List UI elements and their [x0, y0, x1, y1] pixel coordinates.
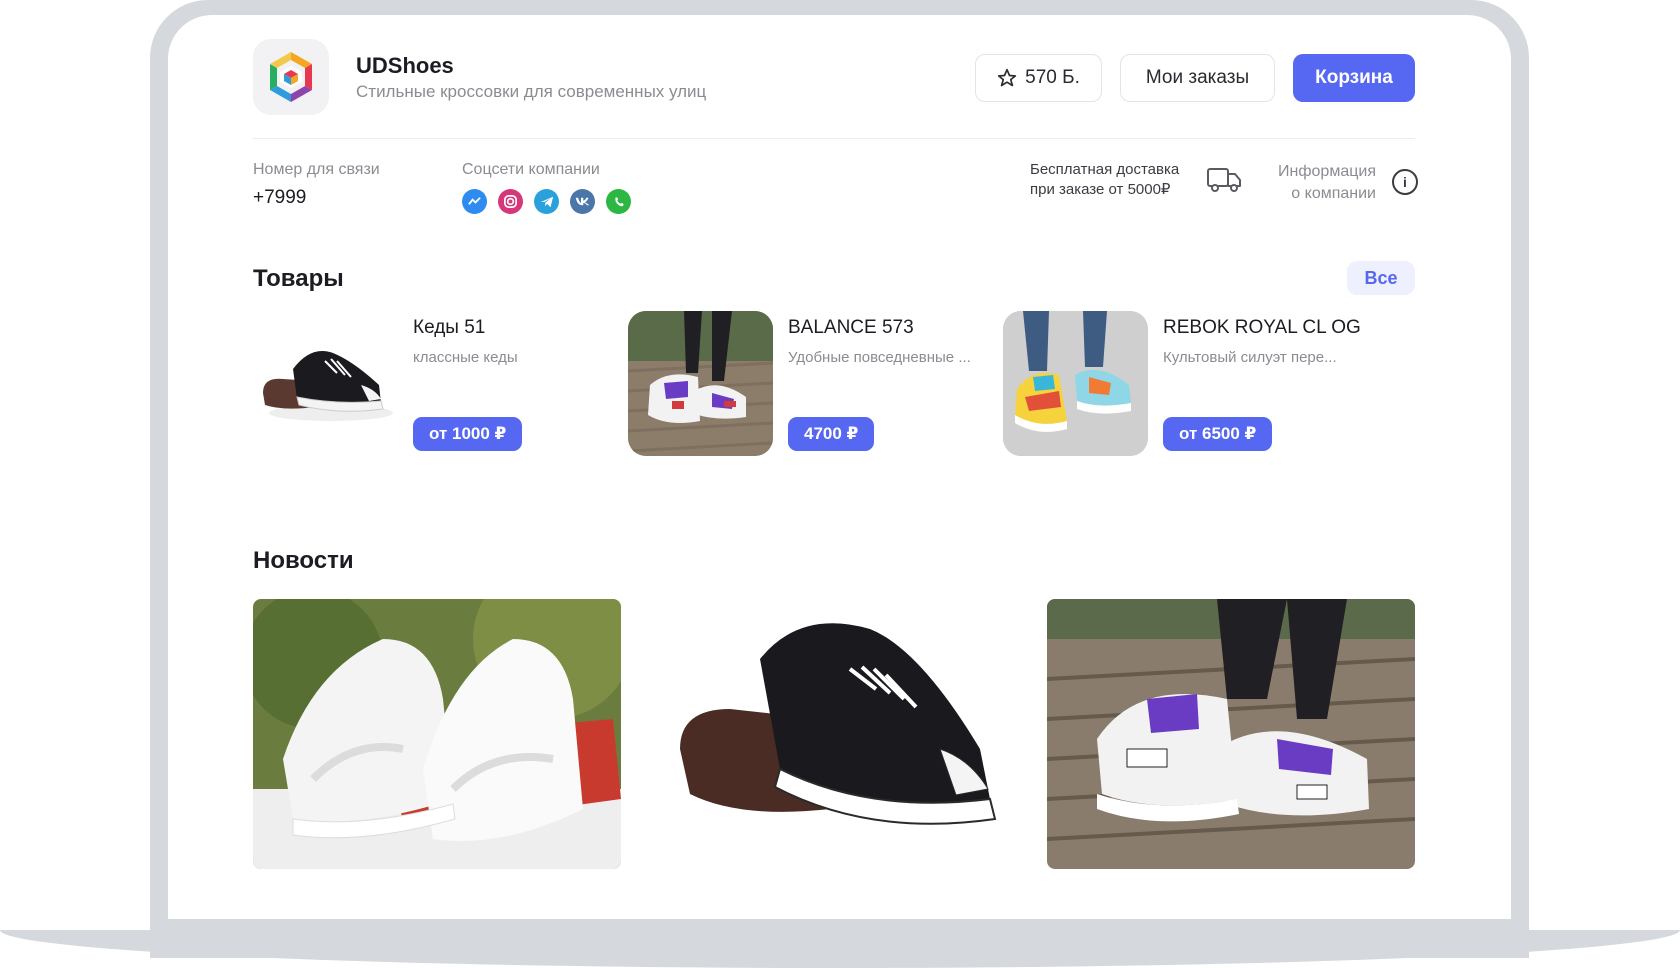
brand-tagline: Стильные кроссовки для современных улиц: [356, 82, 707, 101]
phone-label: Номер для связи: [253, 161, 380, 178]
product-image[interactable]: [628, 311, 773, 456]
news-title: Новости: [253, 547, 354, 574]
whatsapp-icon[interactable]: [606, 189, 631, 214]
product-price-button[interactable]: от 1000 ₽: [413, 417, 523, 451]
instagram-icon[interactable]: [498, 189, 523, 214]
messenger-icon[interactable]: [462, 189, 487, 214]
product-description: Культовый силуэт пере...: [1163, 349, 1337, 366]
product-name[interactable]: BALANCE 573: [788, 317, 914, 339]
company-info-link[interactable]: Информация о компании: [1269, 161, 1376, 205]
app-screen: UDShoes Стильные кроссовки для современн…: [168, 15, 1511, 919]
free-delivery-note: Бесплатная доставка при заказе от 5000₽: [1030, 160, 1179, 200]
brand-logo-icon: [270, 52, 312, 102]
news-image: [650, 599, 1018, 869]
info-line-2: о компании: [1291, 185, 1376, 202]
news-image: [253, 599, 621, 869]
points-label: 570 Б.: [1025, 67, 1080, 88]
brand-name: UDShoes: [356, 53, 454, 78]
product-card[interactable]: Кеды 51 классные кеды от 1000 ₽: [253, 311, 613, 461]
product-card[interactable]: REBOK ROYAL CL OG Культовый силуэт пере.…: [1003, 311, 1363, 461]
social-links: [462, 189, 631, 214]
sneaker-image: [263, 351, 393, 421]
phone-value[interactable]: +7999: [253, 187, 306, 209]
product-price-button[interactable]: 4700 ₽: [788, 417, 875, 451]
news-item[interactable]: [1047, 599, 1415, 869]
brand-logo[interactable]: [253, 39, 329, 115]
vk-icon[interactable]: [570, 189, 595, 214]
cart-button[interactable]: Корзина: [1293, 54, 1415, 102]
products-title: Товары: [253, 265, 344, 292]
all-products-button[interactable]: Все: [1347, 261, 1415, 295]
news-image: [1047, 599, 1415, 869]
page-content: UDShoes Стильные кроссовки для современн…: [253, 15, 1418, 919]
product-image[interactable]: [1003, 311, 1148, 456]
news-item[interactable]: [253, 599, 621, 869]
points-button[interactable]: 570 Б.: [975, 54, 1102, 102]
product-price-button[interactable]: от 6500 ₽: [1163, 417, 1273, 451]
product-description: классные кеды: [413, 349, 518, 366]
star-icon: [997, 68, 1017, 87]
delivery-line-2: при заказе от 5000₽: [1030, 181, 1171, 198]
product-image[interactable]: [253, 311, 398, 456]
product-description: Удобные повседневные ...: [788, 349, 971, 366]
my-orders-button[interactable]: Мои заказы: [1120, 54, 1275, 102]
product-card[interactable]: BALANCE 573 Удобные повседневные ... 470…: [628, 311, 988, 461]
header-divider: [253, 138, 1415, 139]
info-icon[interactable]: i: [1392, 169, 1418, 195]
product-name[interactable]: REBOK ROYAL CL OG: [1163, 317, 1361, 339]
socials-label: Соцсети компании: [462, 161, 600, 178]
product-name[interactable]: Кеды 51: [413, 317, 485, 339]
info-line-1: Информация: [1278, 163, 1376, 180]
delivery-line-1: Бесплатная доставка: [1030, 161, 1180, 178]
news-item[interactable]: [650, 599, 1018, 869]
telegram-icon[interactable]: [534, 189, 559, 214]
sneaker-photo: [1003, 311, 1148, 456]
sneaker-photo: [628, 311, 773, 456]
laptop-base: [0, 930, 1680, 968]
truck-icon: [1207, 168, 1241, 192]
